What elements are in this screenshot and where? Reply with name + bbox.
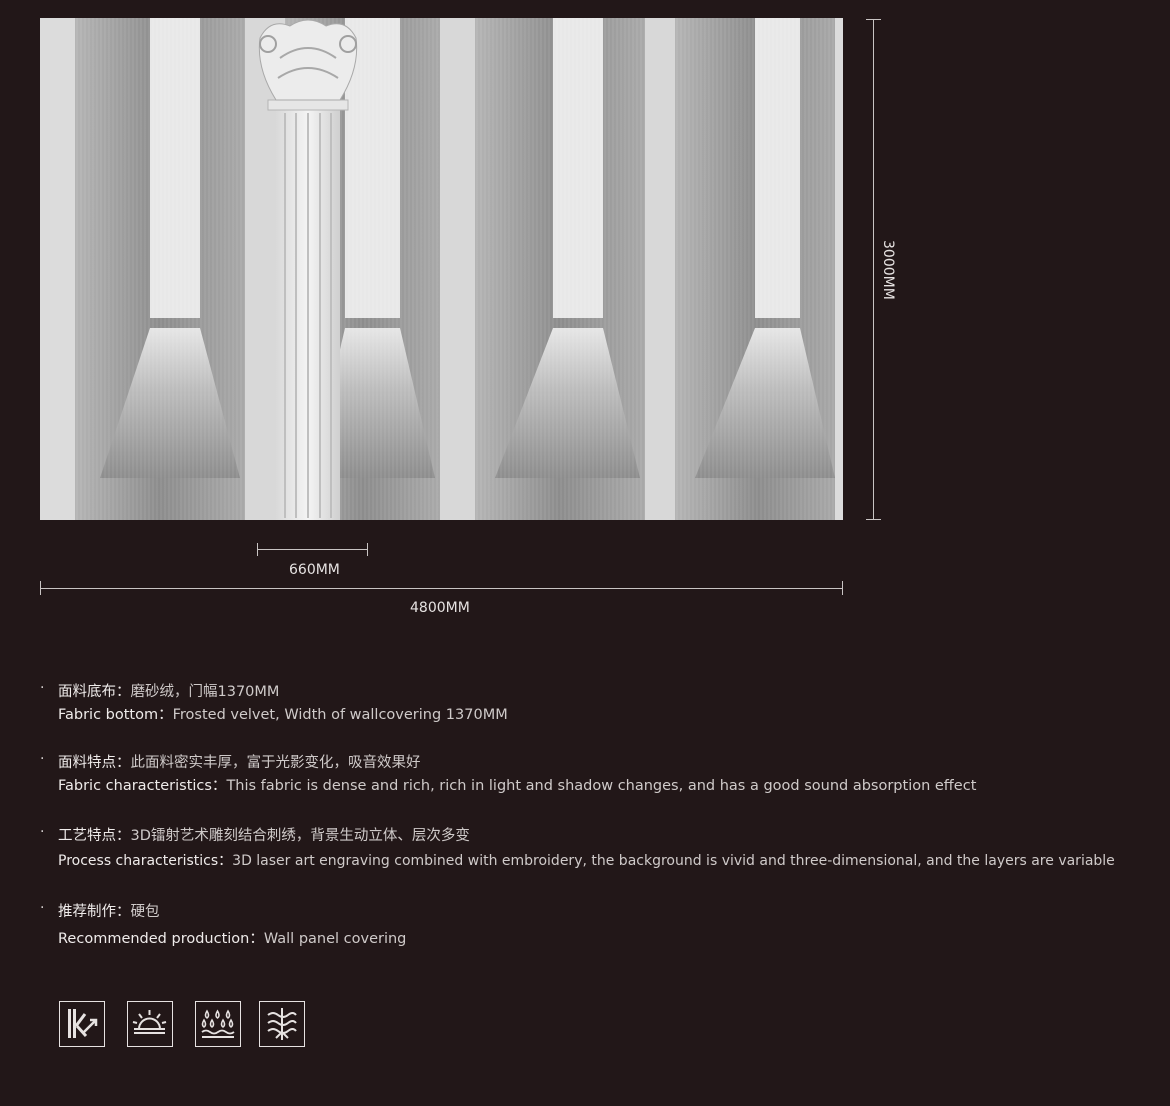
spec-en-line: Fabric bottom：Frosted velvet, Width of w… (58, 707, 508, 723)
bullet: · (40, 680, 45, 696)
total-width-tick-right (842, 581, 843, 595)
door-width-tick-right (367, 543, 368, 556)
light-resistance-icon (59, 1001, 105, 1047)
moisture-proof-icon (259, 1001, 305, 1047)
wallcovering-product-image (40, 18, 843, 520)
spec-cn-line: 面料特点：此面料密实丰厚，富于光影变化，吸音效果好 (58, 755, 421, 771)
spec-en-line: Fabric characteristics：This fabric is de… (58, 778, 977, 794)
height-dimension-tick-bottom (866, 519, 881, 520)
door-width-dimension-line (257, 549, 367, 550)
height-dimension-tick-top (866, 19, 881, 20)
spec-cn-line: 推荐制作：硬包 (58, 904, 160, 920)
bullet: · (40, 824, 45, 840)
bullet: · (40, 900, 45, 916)
spec-cn-line: 面料底布：磨砂绒，门幅1370MM (58, 684, 280, 700)
height-dimension-label: 3000MM (880, 240, 896, 300)
spec-en-line: Recommended production：Wall panel coveri… (58, 931, 407, 947)
height-dimension-line (873, 19, 874, 520)
spec-en-line: Process characteristics：3D laser art eng… (58, 853, 1115, 869)
bullet: · (40, 751, 45, 767)
total-width-dimension-line (40, 588, 843, 589)
sun-fastness-icon (127, 1001, 173, 1047)
total-width-label: 4800MM (410, 600, 470, 616)
panel-bays (40, 18, 843, 520)
door-width-tick-left (257, 543, 258, 556)
total-width-tick-left (40, 581, 41, 595)
spec-cn-line: 工艺特点：3D镭射艺术雕刻结合刺绣，背景生动立体、层次多变 (58, 828, 470, 844)
water-resistant-icon (195, 1001, 241, 1047)
door-width-label: 660MM (289, 562, 340, 578)
